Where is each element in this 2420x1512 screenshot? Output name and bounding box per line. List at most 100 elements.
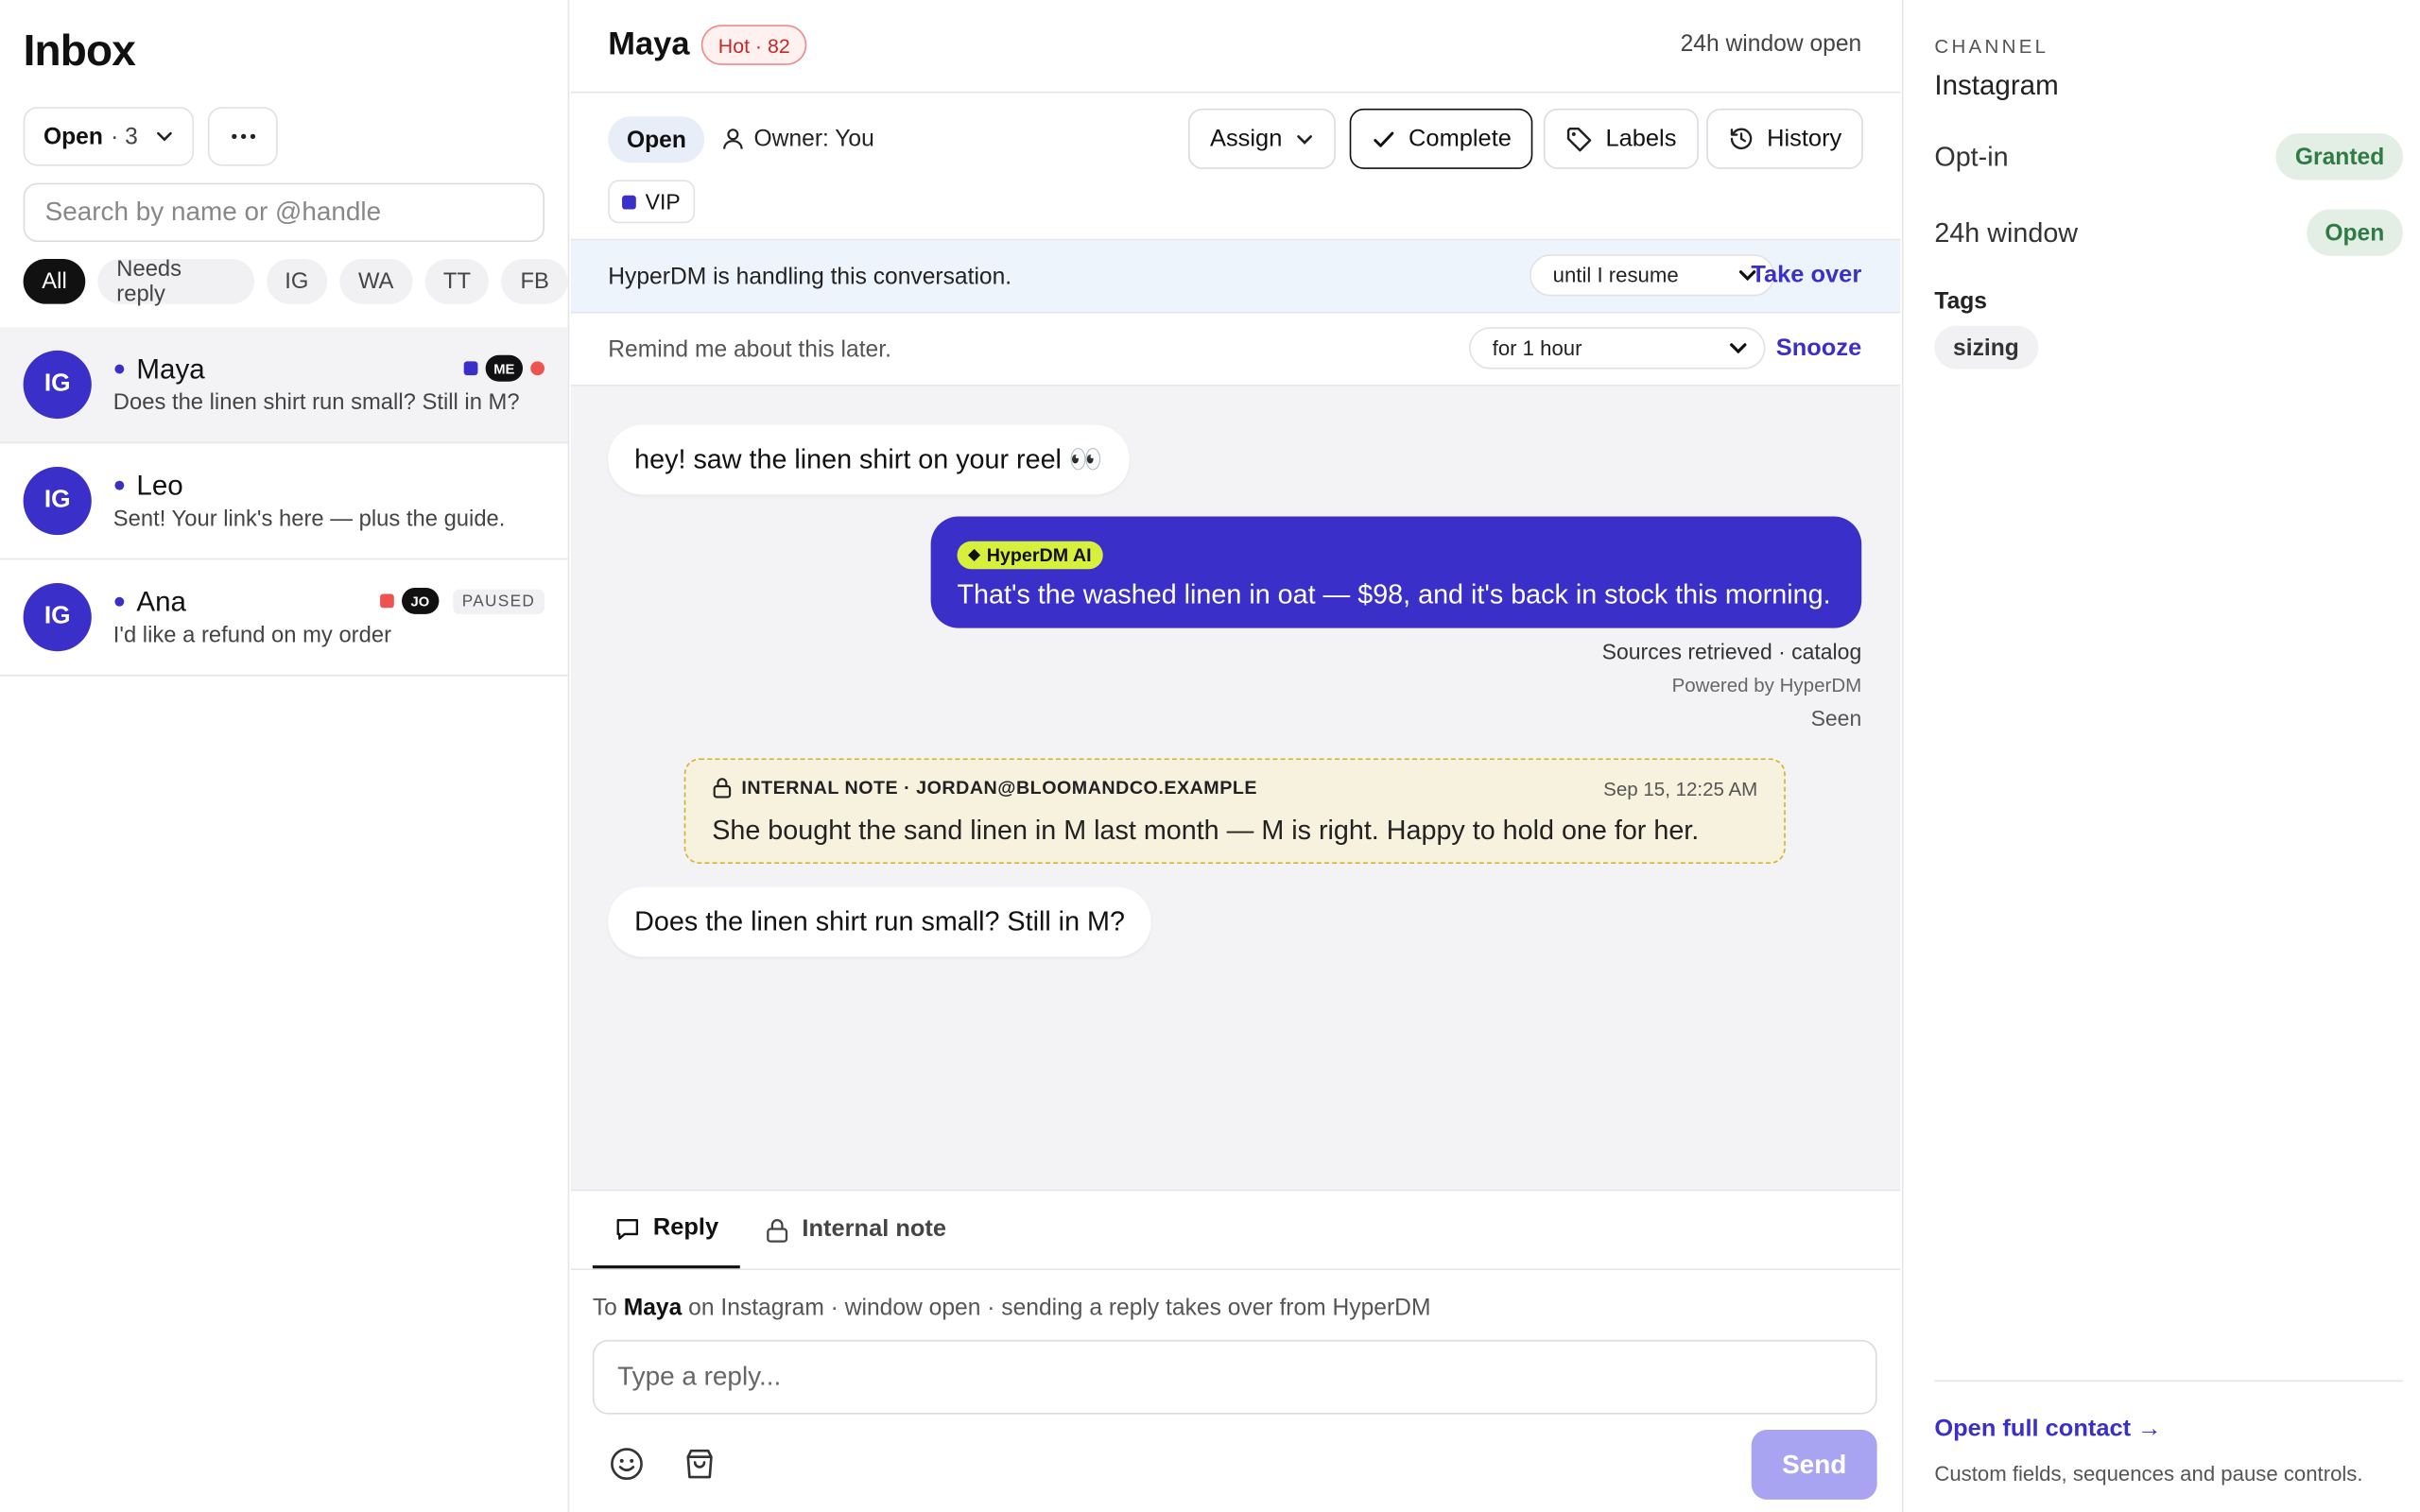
- shopping-bag-icon[interactable]: [681, 1445, 717, 1482]
- conversation-item-ana[interactable]: IG Ana JO PAUSED I'd like a refund on my…: [0, 559, 568, 677]
- avatar: IG: [23, 583, 92, 652]
- chevron-down-icon: [155, 128, 174, 146]
- unread-dot: [114, 596, 125, 607]
- vip-label-text: VIP: [645, 189, 681, 215]
- reply-input[interactable]: [592, 1339, 1877, 1415]
- channel-heading: CHANNEL: [1934, 35, 2049, 58]
- ellipsis-icon: [231, 133, 255, 140]
- more-options-button[interactable]: [207, 107, 278, 166]
- open-full-contact-link[interactable]: Open full contact →: [1934, 1416, 2161, 1444]
- contact-name: Leo: [136, 470, 183, 502]
- optin-status-badge: Granted: [2276, 133, 2403, 180]
- internal-note-header: INTERNAL NOTE · JORDAN@BLOOMANDCO.EXAMPL…: [712, 777, 1257, 799]
- assign-button[interactable]: Assign: [1188, 108, 1336, 169]
- labels-label: Labels: [1605, 125, 1677, 152]
- incoming-message: hey! saw the linen shirt on your reel 👀: [608, 424, 1130, 495]
- tags-heading: Tags: [1934, 288, 1988, 316]
- snooze-banner: Remind me about this later. for 1 hour S…: [570, 313, 1901, 387]
- complete-label: Complete: [1409, 125, 1512, 152]
- ai-message-text: That's the washed linen in oat — $98, an…: [957, 578, 1831, 610]
- conversation-item-maya[interactable]: IG Maya ME Does the linen shirt run smal…: [0, 327, 568, 444]
- filter-chip-needs-reply[interactable]: Needs reply: [97, 257, 254, 306]
- status-pill[interactable]: Open: [608, 116, 705, 163]
- emoji-icon[interactable]: [608, 1445, 645, 1482]
- ai-badge-label: HyperDM AI: [986, 544, 1092, 566]
- snooze-text: Remind me about this later.: [608, 336, 891, 364]
- lead-score-badge: Hot · 82: [700, 25, 807, 65]
- avatar: IG: [23, 350, 92, 420]
- conversation-item-leo[interactable]: IG Leo Sent! Your link's here — plus the…: [0, 443, 568, 560]
- chevron-down-icon: [1294, 129, 1313, 148]
- filter-chip-ig[interactable]: IG: [266, 259, 328, 304]
- ai-badge: HyperDM AI: [957, 541, 1103, 570]
- tab-reply[interactable]: Reply: [592, 1191, 741, 1269]
- ai-handling-banner: HyperDM is handling this conversation. u…: [570, 240, 1901, 314]
- filter-chip-fb[interactable]: FB: [501, 259, 568, 304]
- diamond-icon: [968, 548, 981, 562]
- conversation-meta: ME: [463, 354, 545, 382]
- labels-button[interactable]: Labels: [1543, 108, 1699, 169]
- tab-internal-note[interactable]: Internal note: [765, 1191, 946, 1268]
- internal-note-text: She bought the sand linen in M last mont…: [712, 814, 1700, 846]
- optin-row: Opt-in Granted: [1934, 133, 2403, 180]
- tabs-divider: [570, 1268, 1901, 1271]
- window-label: 24h window: [1934, 215, 2079, 248]
- message-preview: Does the linen shirt run small? Still in…: [112, 390, 520, 416]
- assignee-badge: JO: [401, 587, 440, 614]
- internal-note-author: INTERNAL NOTE · JORDAN@BLOOMANDCO.EXAMPL…: [741, 777, 1257, 799]
- filter-chip-wa[interactable]: WA: [339, 259, 413, 304]
- recipient-details: on Instagram · window open · sending a r…: [688, 1295, 1431, 1322]
- panel-divider: [1934, 1380, 2403, 1383]
- owner-indicator[interactable]: Owner: You: [721, 126, 874, 152]
- contact-link-description: Custom fields, sequences and pause contr…: [1934, 1462, 2363, 1486]
- incoming-message: Does the linen shirt run small? Still in…: [608, 886, 1151, 957]
- ai-duration-value: until I resume: [1552, 263, 1679, 287]
- optin-label: Opt-in: [1934, 140, 2009, 172]
- message-preview: Sent! Your link's here — plus the guide.: [112, 507, 506, 532]
- priority-dot: [530, 361, 545, 376]
- contact-details-panel: CHANNEL Instagram Opt-in Granted 24h win…: [1901, 0, 2420, 1512]
- window-status-badge: Open: [2306, 209, 2403, 256]
- message-preview: I'd like a refund on my order: [112, 623, 392, 648]
- snooze-button[interactable]: Snooze: [1776, 335, 1861, 363]
- powered-by-meta: Powered by HyperDM: [1671, 674, 1862, 696]
- conversation-sidebar: Inbox Open · 3 All Needs reply IG WA TT …: [0, 0, 570, 1512]
- seen-status: Seen: [1810, 705, 1862, 730]
- lock-icon: [765, 1216, 789, 1243]
- inbox-title: Inbox: [23, 26, 136, 75]
- filter-chip-tt[interactable]: TT: [424, 259, 490, 304]
- status-filter-dropdown[interactable]: Open · 3: [23, 107, 195, 166]
- contact-name: Maya: [136, 353, 205, 385]
- check-icon: [1372, 127, 1396, 151]
- unread-dot: [114, 364, 125, 374]
- tag-icon: [1565, 125, 1594, 153]
- lock-icon: [712, 777, 732, 799]
- chat-bubble-icon: [614, 1215, 641, 1242]
- conversation-header: Maya Hot · 82 24h window open: [570, 0, 1901, 94]
- window-row: 24h window Open: [1934, 209, 2403, 256]
- vip-label-tag[interactable]: VIP: [608, 180, 695, 224]
- unread-dot: [114, 480, 125, 490]
- send-button[interactable]: Send: [1751, 1430, 1877, 1500]
- tag-chip-sizing[interactable]: sizing: [1934, 325, 2038, 369]
- contact-name: Ana: [136, 586, 186, 618]
- sources-meta: Sources retrieved · catalog: [1601, 639, 1862, 664]
- complete-button[interactable]: Complete: [1349, 108, 1533, 169]
- chevron-down-icon: [1728, 338, 1748, 358]
- ai-duration-select[interactable]: until I resume: [1530, 254, 1775, 297]
- reply-composer: Reply Internal note To Maya on Instagram…: [570, 1189, 1901, 1512]
- channel-value: Instagram: [1934, 69, 2059, 101]
- history-button[interactable]: History: [1706, 108, 1864, 169]
- channel-filter-chips: All Needs reply IG WA TT FB: [23, 257, 568, 306]
- snooze-duration-select[interactable]: for 1 hour: [1469, 327, 1766, 369]
- search-input[interactable]: [23, 182, 545, 243]
- filter-chip-all[interactable]: All: [23, 259, 86, 304]
- recipient-name: Maya: [623, 1295, 683, 1322]
- snooze-duration-value: for 1 hour: [1492, 336, 1582, 360]
- conversation-actions: Open Owner: You Assign Complete Labels H…: [570, 93, 1901, 241]
- tab-internal-note-label: Internal note: [802, 1215, 947, 1243]
- label-square: [622, 194, 636, 209]
- take-over-button[interactable]: Take over: [1751, 262, 1861, 290]
- app-root: Inbox Open · 3 All Needs reply IG WA TT …: [0, 0, 2420, 1512]
- contact-name-heading: Maya: [608, 26, 690, 62]
